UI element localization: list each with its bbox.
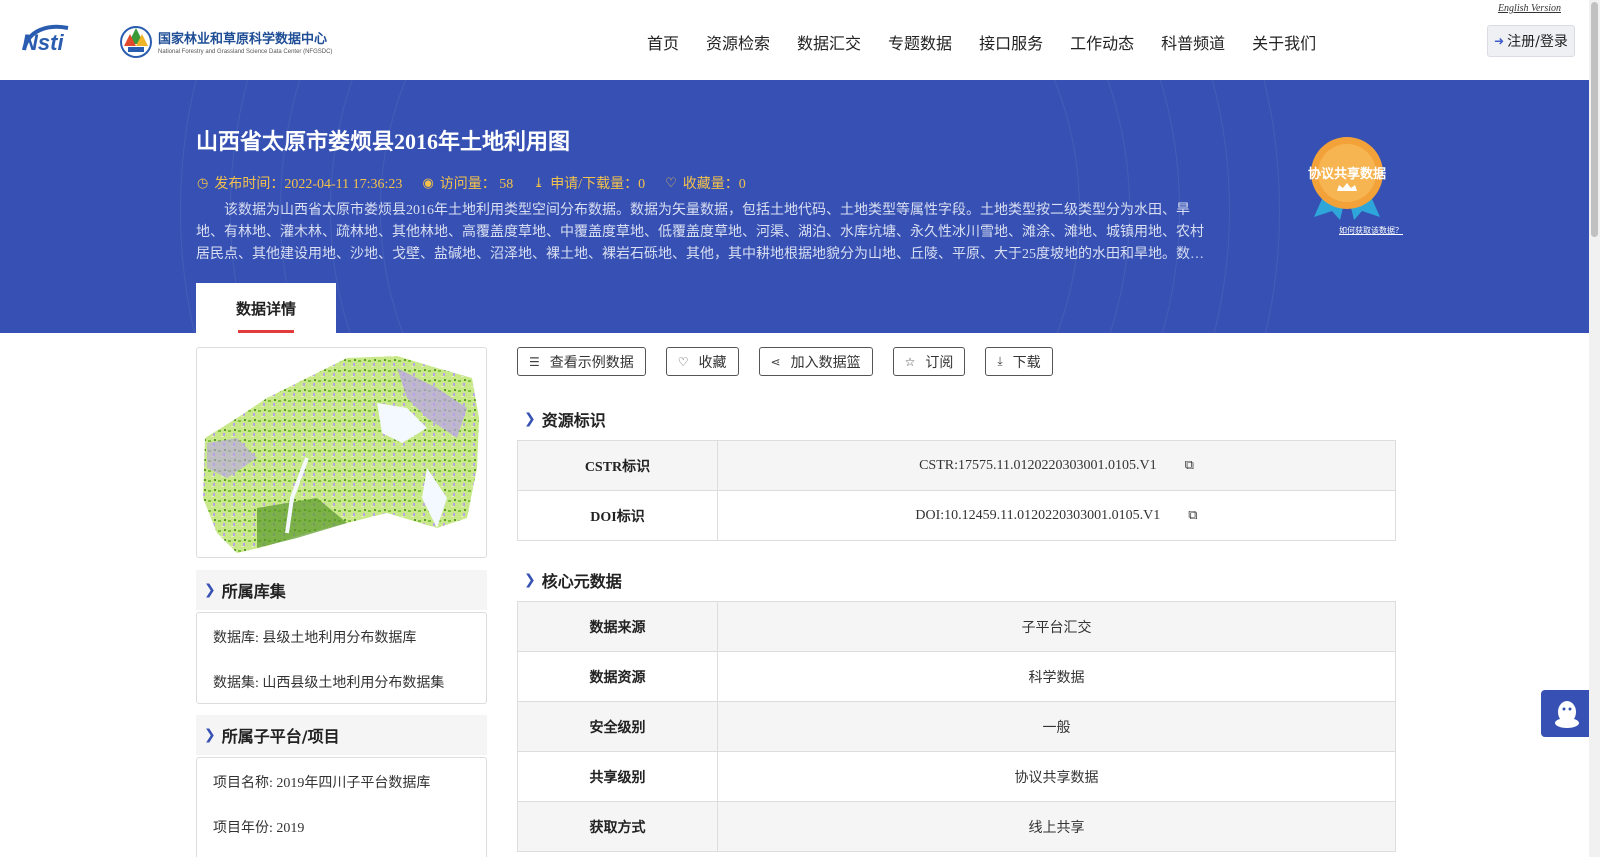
meta-key: 共享级别 — [517, 751, 718, 802]
meta-key: 数据资源 — [517, 651, 718, 702]
heart-icon: ♡ — [677, 354, 689, 369]
tab-data-details[interactable]: 数据详情 — [196, 283, 336, 333]
download-count: ⤓ 申请/下载量：0 — [533, 175, 646, 192]
resource-id-table: CSTR标识 CSTR:17575.11.0120220303001.0105.… — [517, 440, 1396, 541]
table-row: DOI标识 DOI:10.12459.11.0120220303001.0105… — [517, 490, 1396, 541]
library-section-body: 数据库: 县级土地利用分布数据库 数据集: 山西县级土地利用分布数据集 — [196, 612, 487, 704]
nsti-logo[interactable]: Nsti — [18, 22, 98, 56]
meta-value: 科学数据 — [717, 651, 1396, 702]
database-link[interactable]: 数据库: 县级土地利用分布数据库 — [213, 627, 416, 647]
badge-label: 协议共享数据 — [1307, 167, 1386, 182]
dataset-link[interactable]: 数据集: 山西县级土地利用分布数据集 — [213, 672, 444, 692]
dataset-thumbnail — [196, 347, 487, 558]
doi-value-cell: DOI:10.12459.11.0120220303001.0105.V1 ⧉ — [717, 490, 1396, 541]
table-row: CSTR标识 CSTR:17575.11.0120220303001.0105.… — [517, 440, 1396, 491]
add-to-basket-button[interactable]: ⋖ 加入数据篮 — [758, 347, 873, 376]
land-use-map-image — [203, 356, 479, 553]
meta-value: 协议共享数据 — [717, 751, 1396, 802]
login-button[interactable]: ➜ 注册/登录 — [1487, 25, 1575, 57]
share-icon: ⋖ — [770, 354, 781, 369]
favorite-button[interactable]: ♡ 收藏 — [665, 347, 739, 376]
database-icon: ☰ — [529, 354, 540, 369]
download-icon: ⤓ — [533, 175, 545, 190]
meta-key: 获取方式 — [517, 801, 718, 852]
table-row: 数据资源 科学数据 — [517, 651, 1396, 702]
project-name: 项目名称: 2019年四川子平台数据库 — [213, 776, 431, 791]
core-metadata-table: 数据来源 子平台汇交 数据资源 科学数据 安全级别 一般 共享级别 协议共享数据… — [517, 601, 1396, 852]
eye-icon: ◉ — [422, 175, 434, 190]
chevron-right-icon: ❯ — [524, 411, 536, 427]
qq-contact-button[interactable] — [1541, 690, 1593, 737]
cstr-key: CSTR标识 — [517, 440, 718, 491]
login-label: 注册/登录 — [1507, 34, 1568, 50]
meta-value: 子平台汇交 — [717, 601, 1396, 652]
meta-value: 一般 — [717, 701, 1396, 752]
copy-icon[interactable]: ⧉ — [1185, 457, 1194, 472]
meta-key: 数据来源 — [517, 601, 718, 652]
favorite-count: ♡ 收藏量：0 — [665, 175, 746, 192]
view-count: ◉ 访问量： 58 — [422, 175, 514, 192]
page-scrollbar[interactable] — [1589, 0, 1600, 857]
meta-value: 线上共享 — [717, 801, 1396, 852]
download-button[interactable]: ⤓ 下载 — [985, 347, 1053, 376]
table-row: 安全级别 一般 — [517, 701, 1396, 752]
meta-key: 安全级别 — [517, 701, 718, 752]
nav-news[interactable]: 工作动态 — [1070, 30, 1134, 54]
dataset-banner: 山西省太原市娄烦县2016年土地利用图 ◷ 发布时间：2022-04-11 17:… — [0, 80, 1589, 333]
cstr-value: CSTR:17575.11.0120220303001.0105.V1 — [919, 458, 1157, 473]
doi-value: DOI:10.12459.11.0120220303001.0105.V1 — [915, 508, 1161, 523]
site-header: Nsti 国家林业和草原科学数据中心 National Forestry and… — [0, 0, 1600, 80]
nav-about[interactable]: 关于我们 — [1252, 30, 1316, 54]
sign-in-icon: ➜ — [1494, 34, 1505, 48]
copy-icon[interactable]: ⧉ — [1188, 507, 1197, 522]
star-icon: ☆ — [904, 354, 916, 369]
chevron-right-icon: ❯ — [204, 582, 216, 598]
view-sample-button[interactable]: ☰ 查看示例数据 — [517, 347, 646, 376]
resource-id-header: ❯ 资源标识 — [524, 411, 606, 430]
platform-section-header: ❯ 所属子平台/项目 — [196, 715, 487, 755]
main-nav: 首页 资源检索 数据汇交 专题数据 接口服务 工作动态 科普频道 关于我们 — [647, 30, 1343, 54]
nav-submit[interactable]: 数据汇交 — [797, 30, 861, 54]
svg-text:Nsti: Nsti — [22, 30, 64, 55]
library-section-header: ❯ 所属库集 — [196, 570, 487, 610]
dataset-title: 山西省太原市娄烦县2016年土地利用图 — [196, 129, 571, 154]
chevron-right-icon: ❯ — [204, 727, 216, 743]
nav-search[interactable]: 资源检索 — [706, 30, 770, 54]
heart-icon: ♡ — [665, 175, 677, 190]
nfgsdc-emblem-icon — [120, 26, 152, 58]
subscribe-button[interactable]: ☆ 订阅 — [892, 347, 966, 376]
table-row: 数据来源 子平台汇交 — [517, 601, 1396, 652]
core-metadata-header: ❯ 核心元数据 — [524, 572, 622, 591]
nav-science[interactable]: 科普频道 — [1161, 30, 1225, 54]
publish-time: ◷ 发布时间：2022-04-11 17:36:23 — [197, 175, 403, 192]
nsti-logo-icon: Nsti — [22, 24, 69, 55]
how-to-get-link[interactable]: 如何获取该数据？ — [1339, 225, 1403, 236]
nav-home[interactable]: 首页 — [647, 30, 679, 54]
download-icon: ⤓ — [997, 354, 1003, 368]
dataset-meta: ◷ 发布时间：2022-04-11 17:36:23 ◉ 访问量： 58 ⤓ 申请/下… — [197, 173, 766, 193]
dataset-description: 该数据为山西省太原市娄烦县2016年土地利用类型空间分布数据。数据为矢量数据，包… — [196, 203, 1204, 262]
nav-api[interactable]: 接口服务 — [979, 30, 1043, 54]
qq-penguin-icon — [1555, 700, 1579, 728]
project-year: 项目年份: 2019 — [213, 821, 305, 836]
english-version-link[interactable]: English Version — [1498, 3, 1561, 14]
platform-section-body: 项目名称: 2019年四川子平台数据库 项目年份: 2019 — [196, 757, 487, 857]
logo-en-text: National Forestry and Grassland Science … — [158, 48, 333, 55]
table-row: 获取方式 线上共享 — [517, 801, 1396, 852]
action-buttons: ☰ 查看示例数据 ♡ 收藏 ⋖ 加入数据篮 ☆ 订阅 ⤓ 下载 — [517, 347, 1073, 376]
chevron-right-icon: ❯ — [524, 572, 536, 588]
cstr-value-cell: CSTR:17575.11.0120220303001.0105.V1 ⧉ — [717, 440, 1396, 491]
doi-key: DOI标识 — [517, 490, 718, 541]
logo-cn-text: 国家林业和草原科学数据中心 — [158, 31, 328, 47]
scrollbar-thumb[interactable] — [1591, 2, 1598, 237]
clock-icon: ◷ — [197, 175, 209, 190]
nav-topics[interactable]: 专题数据 — [888, 30, 952, 54]
table-row: 共享级别 协议共享数据 — [517, 751, 1396, 802]
nfgsdc-logo[interactable]: 国家林业和草原科学数据中心 National Forestry and Gras… — [118, 22, 332, 60]
